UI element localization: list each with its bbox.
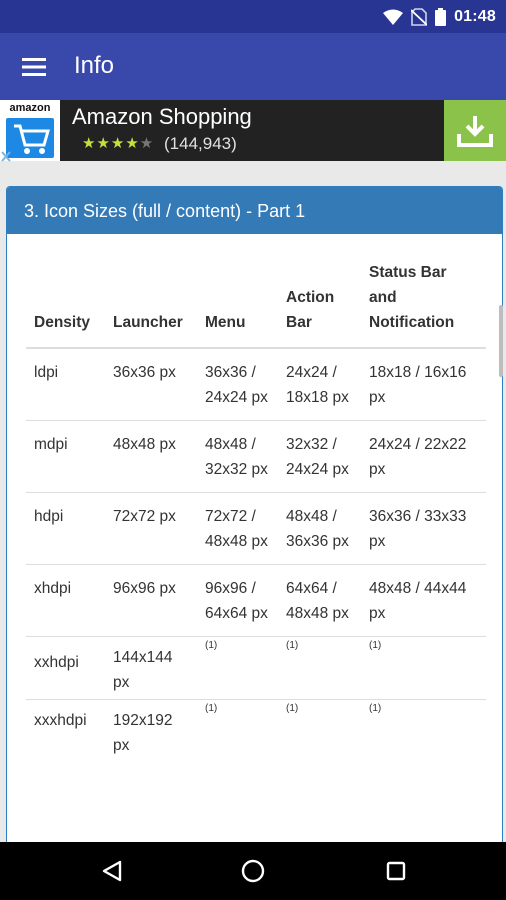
- scrollbar[interactable]: [499, 305, 503, 377]
- table-row: mdpi 48x48 px 48x48 / 32x32 px 32x32 / 2…: [26, 420, 486, 493]
- cell-density: xxxhdpi: [26, 699, 105, 762]
- status-time: 01:48: [454, 8, 496, 25]
- footnote-ref: (1): [369, 702, 382, 714]
- cell-action-bar: 48x48 / 36x36 px: [278, 492, 361, 565]
- navigation-bar: [0, 842, 506, 900]
- ad-banner[interactable]: amazon Amazon Shopping ★★★★★ (144,943): [0, 100, 506, 161]
- cell-launcher: 36x36 px: [105, 347, 197, 421]
- back-triangle-icon[interactable]: [97, 856, 127, 886]
- cell-action-bar: 64x64 / 48x48 px: [278, 564, 361, 637]
- table-row: xhdpi 96x96 px 96x96 / 64x64 px 64x64 / …: [26, 564, 486, 637]
- column-header: Action Bar: [278, 260, 361, 349]
- cell-menu: 48x48 / 32x32 px: [197, 420, 278, 493]
- table-row: hdpi 72x72 px 72x72 / 48x48 px 48x48 / 3…: [26, 492, 486, 565]
- cell-menu: 36x36 / 24x24 px: [197, 347, 278, 421]
- cell-status: (1): [361, 636, 486, 700]
- hamburger-menu-icon[interactable]: [14, 47, 54, 87]
- cell-status: 24x24 / 22x22 px: [361, 420, 486, 493]
- cell-menu: 96x96 / 64x64 px: [197, 564, 278, 637]
- cell-density: mdpi: [26, 420, 105, 493]
- cell-launcher: 72x72 px: [105, 492, 197, 565]
- table-row: xxhdpi 144x144 px (1) (1) (1): [26, 636, 486, 700]
- cell-density: xhdpi: [26, 564, 105, 637]
- icon-sizes-card: 3. Icon Sizes (full / content) - Part 1 …: [6, 186, 503, 856]
- download-icon: [457, 115, 493, 147]
- cell-action-bar: 24x24 / 18x18 px: [278, 347, 361, 421]
- cell-action-bar: (1): [278, 636, 361, 700]
- cell-status: 48x48 / 44x44 px: [361, 564, 486, 637]
- cell-launcher: 96x96 px: [105, 564, 197, 637]
- card-title: 3. Icon Sizes (full / content) - Part 1: [7, 187, 502, 234]
- cell-action-bar: 32x32 / 24x24 px: [278, 420, 361, 493]
- cell-density: hdpi: [26, 492, 105, 565]
- ad-logo-text: amazon: [9, 102, 51, 114]
- column-header: Menu: [197, 260, 278, 349]
- app-bar: Info: [0, 33, 506, 100]
- footnote-ref: (1): [369, 639, 382, 651]
- install-button[interactable]: [444, 100, 506, 161]
- footnote-ref: (1): [205, 702, 218, 714]
- cell-launcher: 144x144 px: [105, 636, 197, 700]
- rating-stars-icon: ★★★★★: [82, 134, 155, 152]
- icon-sizes-table: Density Launcher Menu Action Bar Status …: [26, 260, 486, 762]
- table-row: xxxhdpi 192x192 px (1) (1) (1): [26, 699, 486, 762]
- battery-icon: [435, 8, 447, 26]
- cell-status: 18x18 / 16x16 px: [361, 347, 486, 421]
- cell-launcher: 48x48 px: [105, 420, 197, 493]
- no-sim-icon: [411, 8, 428, 26]
- cell-status: (1): [361, 699, 486, 762]
- ad-choices-icon[interactable]: [0, 148, 12, 162]
- home-circle-icon[interactable]: [238, 856, 268, 886]
- page-title: Info: [74, 52, 115, 79]
- column-header: Launcher: [105, 260, 197, 349]
- cell-status: 36x36 / 33x33 px: [361, 492, 486, 565]
- column-header: Density: [26, 260, 105, 349]
- cart-icon: [6, 118, 54, 158]
- footnote-ref: (1): [286, 702, 299, 714]
- status-bar: 01:48: [0, 0, 506, 33]
- cell-density: ldpi: [26, 347, 105, 421]
- ad-rating-count: (144,943): [164, 134, 237, 153]
- ad-title[interactable]: Amazon Shopping: [72, 104, 252, 130]
- cell-menu: (1): [197, 699, 278, 762]
- footnote-ref: (1): [205, 639, 218, 651]
- table-row: ldpi 36x36 px 36x36 / 24x24 px 24x24 / 1…: [26, 347, 486, 421]
- table-header-row: Density Launcher Menu Action Bar Status …: [26, 260, 486, 349]
- cell-density: xxhdpi: [26, 636, 105, 700]
- cell-action-bar: (1): [278, 699, 361, 762]
- cell-launcher: 192x192 px: [105, 699, 197, 762]
- recents-square-icon[interactable]: [381, 856, 411, 886]
- wifi-icon: [383, 9, 404, 25]
- cell-menu: 72x72 / 48x48 px: [197, 492, 278, 565]
- footnote-ref: (1): [286, 639, 299, 651]
- cell-menu: (1): [197, 636, 278, 700]
- column-header: Status Bar and Notification: [361, 260, 486, 349]
